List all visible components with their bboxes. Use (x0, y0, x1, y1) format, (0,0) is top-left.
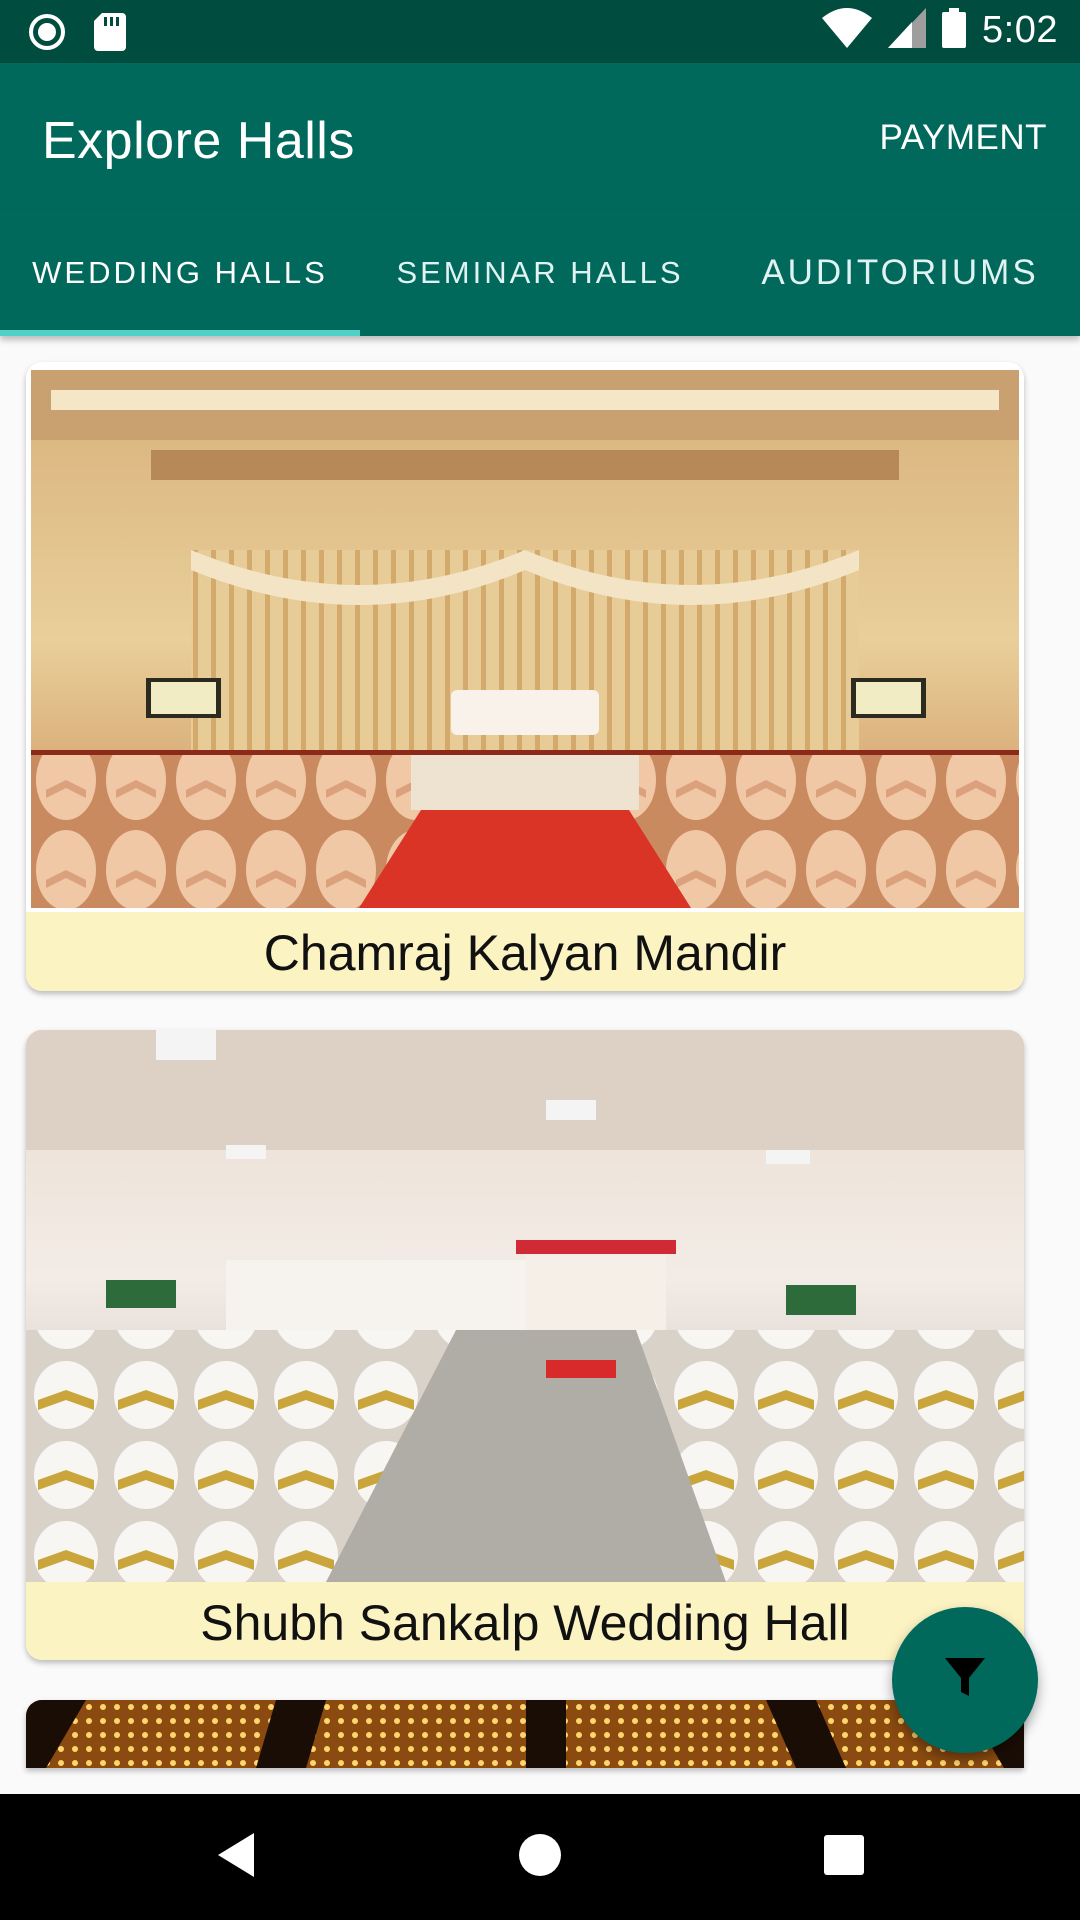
hall-card[interactable] (26, 1700, 1024, 1768)
record-icon (28, 13, 66, 56)
hall-card[interactable]: Chamraj Kalyan Mandir (26, 362, 1024, 991)
app-bar: Explore Halls PAYMENT (0, 63, 1080, 210)
hall-image (26, 1700, 1024, 1768)
navigation-bar (0, 1794, 1080, 1920)
hall-image (26, 1030, 1024, 1582)
filter-icon (943, 1656, 987, 1705)
recents-icon (824, 1834, 864, 1880)
tab-wedding-halls[interactable]: WEDDING HALLS (0, 210, 360, 336)
home-icon (517, 1832, 563, 1883)
tab-indicator (0, 330, 360, 336)
status-time: 5:02 (982, 9, 1058, 51)
sd-card-icon (94, 13, 126, 56)
tab-seminar-halls[interactable]: SEMINAR HALLS (360, 210, 720, 336)
home-button[interactable] (480, 1794, 600, 1920)
filter-button[interactable] (892, 1607, 1038, 1753)
tab-bar: WEDDING HALLS SEMINAR HALLS AUDITORIUMS (0, 210, 1080, 336)
hall-name: Chamraj Kalyan Mandir (26, 912, 1024, 991)
hall-name: Shubh Sankalp Wedding Hall (26, 1582, 1024, 1660)
tab-auditoriums[interactable]: AUDITORIUMS (720, 210, 1080, 336)
hall-image (31, 370, 1019, 908)
page-title: Explore Halls (42, 112, 355, 170)
payment-button[interactable]: PAYMENT (880, 118, 1048, 158)
battery-icon (942, 8, 967, 53)
status-bar: 5:02 (0, 0, 1080, 63)
recents-button[interactable] (784, 1794, 904, 1920)
wifi-icon (822, 8, 873, 53)
back-icon (214, 1831, 258, 1884)
signal-icon (888, 8, 927, 53)
back-button[interactable] (176, 1794, 296, 1920)
hall-card[interactable]: Shubh Sankalp Wedding Hall (26, 1030, 1024, 1660)
